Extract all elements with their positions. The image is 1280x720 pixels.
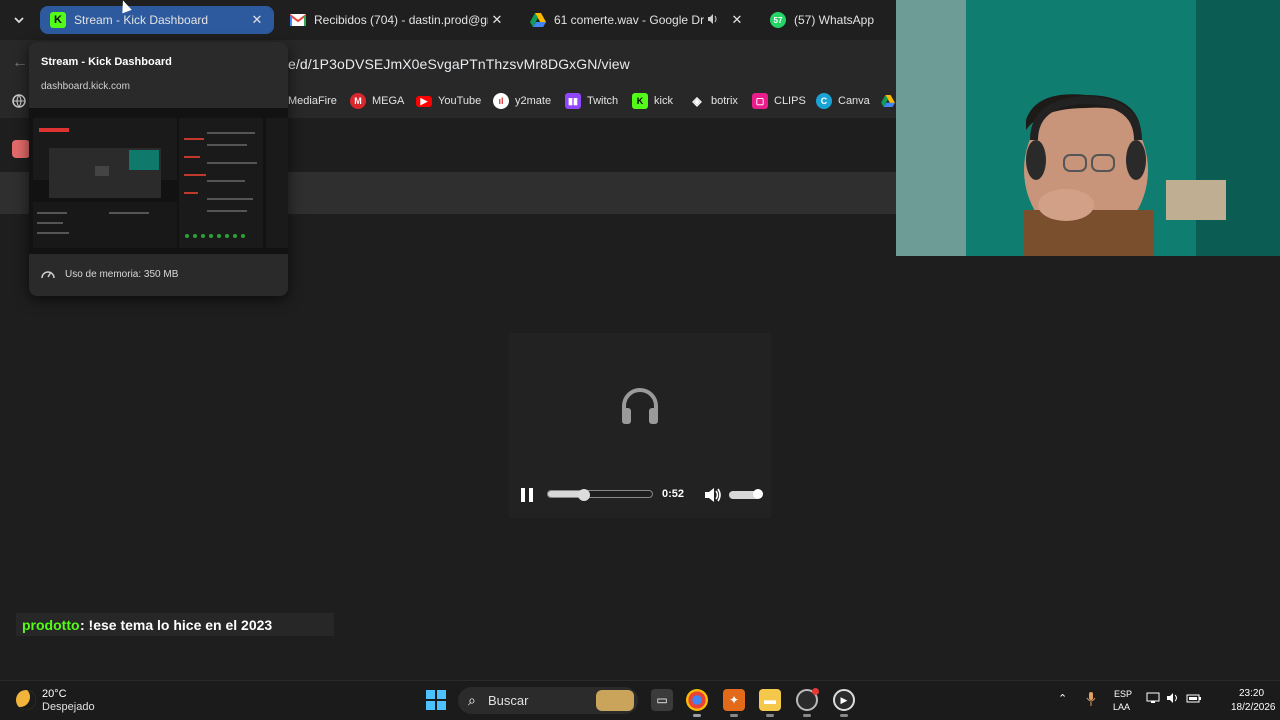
volume-icon[interactable] bbox=[704, 487, 722, 503]
clips-icon: ▢ bbox=[752, 93, 768, 109]
close-icon[interactable]: ✕ bbox=[728, 12, 746, 28]
tab-title: (57) WhatsApp bbox=[794, 13, 875, 27]
google-drive-icon bbox=[530, 12, 546, 28]
keyboard-layout[interactable]: LAA bbox=[1113, 702, 1130, 712]
bookmark-label: MEGA bbox=[372, 95, 405, 107]
file-explorer-icon[interactable]: ▬ bbox=[759, 689, 781, 711]
bookmark-mega[interactable]: M MEGA bbox=[350, 92, 404, 110]
botrix-icon: ◈ bbox=[692, 94, 702, 108]
volume-handle[interactable] bbox=[752, 489, 763, 499]
search-highlight-icon bbox=[596, 690, 634, 711]
kick-icon: K bbox=[632, 93, 648, 109]
memory-usage-text: Uso de memoria: 350 MB bbox=[65, 268, 179, 280]
battery-icon[interactable] bbox=[1186, 692, 1202, 707]
memory-usage: Uso de memoria: 350 MB bbox=[41, 268, 178, 280]
youtube-icon: ▶ bbox=[416, 95, 432, 107]
bookmark-canva[interactable]: C Canva bbox=[816, 92, 870, 110]
bookmark-label: YouTube bbox=[438, 95, 482, 107]
tab-google-drive[interactable]: 61 comerte.wav - Google Drive ✕ bbox=[520, 6, 754, 34]
chat-username: prodotto bbox=[22, 617, 80, 633]
windows-start-icon[interactable] bbox=[426, 690, 446, 710]
close-icon[interactable]: ✕ bbox=[488, 12, 506, 28]
google-drive-icon[interactable] bbox=[881, 92, 895, 110]
whatsapp-icon: 57 bbox=[770, 12, 786, 28]
tab-hover-card: Stream - Kick Dashboard dashboard.kick.c… bbox=[29, 42, 288, 296]
task-view-icon[interactable]: ▭ bbox=[651, 689, 673, 711]
running-app-indicator bbox=[730, 714, 738, 717]
bookmark-kick[interactable]: Kkick bbox=[632, 92, 673, 110]
tab-title: Stream - Kick Dashboard bbox=[74, 13, 209, 27]
kick-icon: K bbox=[50, 12, 66, 28]
back-arrow-icon[interactable]: ← bbox=[12, 54, 28, 72]
clock-time[interactable]: 23:20 bbox=[1239, 688, 1264, 699]
chevron-down-icon bbox=[14, 17, 24, 24]
input-language[interactable]: ESP bbox=[1114, 689, 1132, 699]
network-icon[interactable] bbox=[1146, 692, 1160, 707]
speaker-icon[interactable] bbox=[1166, 692, 1180, 707]
twitch-icon: ▮▮ bbox=[565, 93, 581, 109]
bookmark-label: Canva bbox=[838, 95, 870, 107]
fl-studio-icon[interactable]: ✦ bbox=[723, 689, 745, 711]
webcam-feed bbox=[896, 0, 1280, 256]
speaker-icon[interactable] bbox=[704, 13, 722, 28]
bookmark-y2mate[interactable]: ıl y2mate bbox=[493, 92, 551, 110]
microphone-icon[interactable] bbox=[1086, 692, 1096, 709]
tab-title: Recibidos (704) - dastin.prod@gmail.c bbox=[314, 13, 488, 27]
bookmark-mediafire[interactable]: MediaFire bbox=[288, 92, 337, 110]
running-app-indicator bbox=[803, 714, 811, 717]
chevron-up-icon[interactable]: ⌃ bbox=[1058, 692, 1067, 705]
tab-gmail[interactable]: Recibidos (704) - dastin.prod@gmail.c ✕ bbox=[280, 6, 514, 34]
notification-dot bbox=[812, 688, 819, 695]
media-player-icon[interactable]: ▶ bbox=[833, 689, 855, 711]
seek-handle[interactable] bbox=[578, 489, 591, 501]
bookmark-label: MediaFire bbox=[288, 95, 337, 107]
clock-date[interactable]: 18/2/2026 bbox=[1231, 702, 1276, 713]
bookmark-label: kick bbox=[654, 95, 673, 107]
search-icon: ⌕ bbox=[468, 692, 476, 708]
seek-slider[interactable] bbox=[547, 490, 653, 498]
headphones-icon bbox=[622, 388, 658, 424]
bookmark-label: botrix bbox=[711, 95, 738, 107]
chat-overlay: prodotto : !ese tema lo hice en el 2023 bbox=[16, 613, 334, 636]
tab-title: 61 comerte.wav - Google Drive bbox=[554, 13, 704, 27]
hover-card-title: Stream - Kick Dashboard bbox=[41, 56, 172, 68]
hover-card-preview bbox=[29, 108, 288, 254]
bookmark-clips[interactable]: ▢ CLIPS bbox=[752, 92, 806, 110]
playback-time: 0:52 bbox=[662, 488, 685, 500]
bookmark-botrix[interactable]: ◈ botrix bbox=[689, 92, 738, 110]
headphones-app-icon[interactable] bbox=[12, 140, 30, 158]
y2mate-icon: ıl bbox=[493, 93, 509, 109]
pause-icon[interactable] bbox=[521, 488, 533, 502]
tab-search-button[interactable] bbox=[6, 7, 32, 33]
omnibox-url[interactable]: e/d/1P3oDVSEJmX0eSvgaPTnThzsvMr8DGxGN/vi… bbox=[288, 56, 630, 72]
tab-whatsapp[interactable]: 57 (57) WhatsApp bbox=[760, 6, 896, 34]
bookmark-label: y2mate bbox=[515, 95, 552, 107]
chat-message: : !ese tema lo hice en el 2023 bbox=[80, 617, 273, 633]
running-app-indicator bbox=[766, 714, 774, 717]
tab-kick-dashboard[interactable]: K Stream - Kick Dashboard ✕ bbox=[40, 6, 274, 34]
gmail-icon bbox=[290, 12, 306, 28]
speedometer-icon bbox=[41, 271, 55, 279]
bookmark-label: CLIPS bbox=[774, 95, 806, 107]
taskbar-search[interactable]: ⌕ Buscar bbox=[458, 687, 638, 714]
moon-icon[interactable] bbox=[16, 690, 36, 710]
bookmark-twitch[interactable]: ▮▮ Twitch bbox=[565, 92, 618, 110]
chrome-icon[interactable] bbox=[686, 689, 708, 711]
hover-card-domain: dashboard.kick.com bbox=[41, 81, 130, 92]
bookmark-youtube[interactable]: ▶ YouTube bbox=[416, 92, 481, 110]
globe-icon[interactable] bbox=[12, 92, 26, 110]
weather-temperature[interactable]: 20°C bbox=[42, 688, 67, 700]
bookmark-label: Twitch bbox=[587, 95, 619, 107]
active-app-indicator bbox=[693, 714, 701, 717]
canva-icon: C bbox=[816, 93, 832, 109]
weather-description[interactable]: Despejado bbox=[42, 701, 95, 713]
mega-icon: M bbox=[350, 93, 366, 109]
running-app-indicator bbox=[840, 714, 848, 717]
close-icon[interactable]: ✕ bbox=[248, 12, 266, 28]
search-placeholder: Buscar bbox=[488, 693, 529, 708]
